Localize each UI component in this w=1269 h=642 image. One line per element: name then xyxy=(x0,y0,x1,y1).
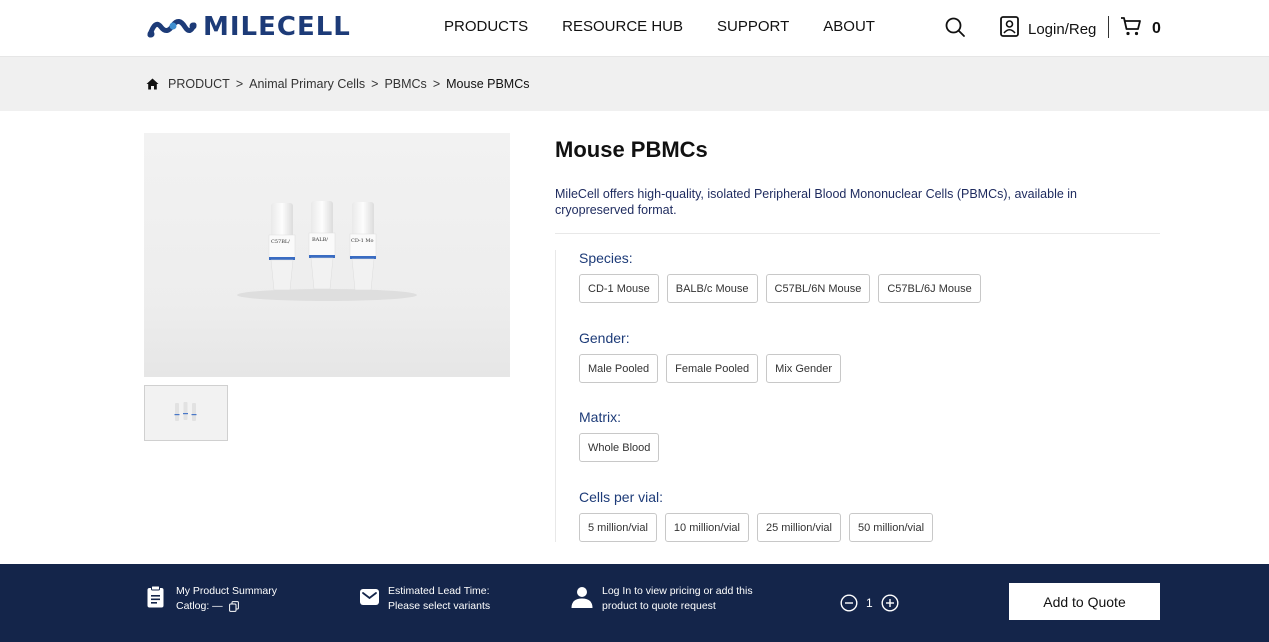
product-title: Mouse PBMCs xyxy=(555,137,708,162)
breadcrumb-product[interactable]: PRODUCT xyxy=(168,77,230,91)
gender-label: Gender: xyxy=(579,330,630,346)
cells-chip-25m[interactable]: 25 million/vial xyxy=(756,513,841,542)
product-summary-bar: My Product Summary Catlog: — Estimated L… xyxy=(0,564,1269,642)
cells-chip-50m[interactable]: 50 million/vial xyxy=(848,513,934,542)
cart-count: 0 xyxy=(1152,19,1161,37)
matrix-label: Matrix: xyxy=(579,409,621,425)
gender-option-group: Gender: Male Pooled Female Pooled Mix Ge… xyxy=(579,330,849,383)
copy-icon[interactable] xyxy=(228,601,239,612)
login-register-link[interactable]: Login/Reg xyxy=(1000,16,1096,42)
breadcrumb-bar: PRODUCT > Animal Primary Cells > PBMCs >… xyxy=(0,57,1269,111)
nav-support[interactable]: SUPPORT xyxy=(717,18,789,35)
options-rail xyxy=(555,250,556,542)
breadcrumb-separator: > xyxy=(235,77,244,91)
login-label: Login/Reg xyxy=(1028,20,1097,38)
clipboard-icon xyxy=(147,585,164,613)
nav-about[interactable]: ABOUT xyxy=(823,18,875,35)
species-chip-balbc[interactable]: BALB/c Mouse xyxy=(666,274,758,303)
breadcrumb: PRODUCT > Animal Primary Cells > PBMCs >… xyxy=(146,77,529,91)
breadcrumb-current: Mouse PBMCs xyxy=(446,77,530,91)
user-badge-icon xyxy=(1000,16,1019,42)
cells-label: Cells per vial: xyxy=(579,489,664,505)
matrix-option-group: Matrix: Whole Blood xyxy=(579,409,667,462)
cells-chip-10m[interactable]: 10 million/vial xyxy=(664,513,749,542)
matrix-chip-whole-blood[interactable]: Whole Blood xyxy=(579,433,660,462)
product-summary: My Product Summary Catlog: — xyxy=(147,584,277,614)
section-divider xyxy=(555,233,1160,234)
breadcrumb-pbmcs[interactable]: PBMCs xyxy=(384,77,426,91)
search-icon[interactable] xyxy=(944,16,966,38)
breadcrumb-animal-primary-cells[interactable]: Animal Primary Cells xyxy=(249,77,365,91)
summary-title: My Product Summary xyxy=(176,585,277,597)
cells-option-group: Cells per vial: 5 million/vial 10 millio… xyxy=(579,489,941,542)
breadcrumb-separator: > xyxy=(432,77,441,91)
main-nav: PRODUCTS RESOURCE HUB SUPPORT ABOUT xyxy=(444,18,909,35)
breadcrumb-separator: > xyxy=(371,77,379,91)
nav-resource-hub[interactable]: RESOURCE HUB xyxy=(562,18,683,35)
user-icon xyxy=(571,586,593,613)
vial-label: BALB/ xyxy=(312,237,328,243)
cart-button[interactable]: 0 xyxy=(1120,15,1161,42)
header-divider xyxy=(1108,16,1109,38)
lead-time-title: Estimated Lead Time: xyxy=(388,585,490,597)
quantity-value[interactable]: 1 xyxy=(866,596,873,610)
quantity-stepper: 1 xyxy=(840,594,899,612)
home-icon[interactable] xyxy=(146,78,159,90)
gender-chip-mix[interactable]: Mix Gender xyxy=(766,354,842,383)
species-chip-cd1[interactable]: CD-1 Mouse xyxy=(579,274,659,303)
gender-chip-male-pooled[interactable]: Male Pooled xyxy=(579,354,659,383)
nav-products[interactable]: PRODUCTS xyxy=(444,18,528,35)
minus-circle-icon[interactable] xyxy=(840,594,858,612)
vial-label: C57BL/ xyxy=(271,239,290,245)
species-label: Species: xyxy=(579,250,633,266)
login-pricing-line1[interactable]: Log In to view pricing or add this xyxy=(602,584,753,599)
product-thumbnail[interactable] xyxy=(144,385,228,441)
logo-text: MILECELL xyxy=(203,12,351,42)
logo-mark-icon xyxy=(147,15,197,39)
product-main-image[interactable]: C57BL/ BALB/ CD-1 Mo xyxy=(144,133,510,377)
species-chip-c57bl6n[interactable]: C57BL/6N Mouse xyxy=(765,274,871,303)
add-to-quote-button[interactable]: Add to Quote xyxy=(1009,583,1160,620)
login-pricing-line2: product to quote request xyxy=(602,600,716,612)
cells-chip-5m[interactable]: 5 million/vial xyxy=(579,513,657,542)
product-description: MileCell offers high-quality, isolated P… xyxy=(555,187,1078,217)
species-option-group: Species: CD-1 Mouse BALB/c Mouse C57BL/6… xyxy=(579,250,989,303)
vial-label: CD-1 Mo xyxy=(351,238,374,244)
site-header: MILECELL PRODUCTS RESOURCE HUB SUPPORT A… xyxy=(0,0,1269,57)
species-chip-c57bl6j[interactable]: C57BL/6J Mouse xyxy=(878,274,981,303)
mail-tray-icon xyxy=(360,588,379,611)
lead-time-value: Please select variants xyxy=(388,600,491,612)
milecell-logo[interactable]: MILECELL xyxy=(147,12,351,42)
cart-icon xyxy=(1120,15,1142,42)
gender-chip-female-pooled[interactable]: Female Pooled xyxy=(666,354,759,383)
login-pricing-info: Log In to view pricing or add this produ… xyxy=(571,584,753,614)
lead-time-info: Estimated Lead Time: Please select varia… xyxy=(360,584,490,614)
plus-circle-icon[interactable] xyxy=(881,594,899,612)
summary-catalog: Catlog: — xyxy=(176,600,223,612)
